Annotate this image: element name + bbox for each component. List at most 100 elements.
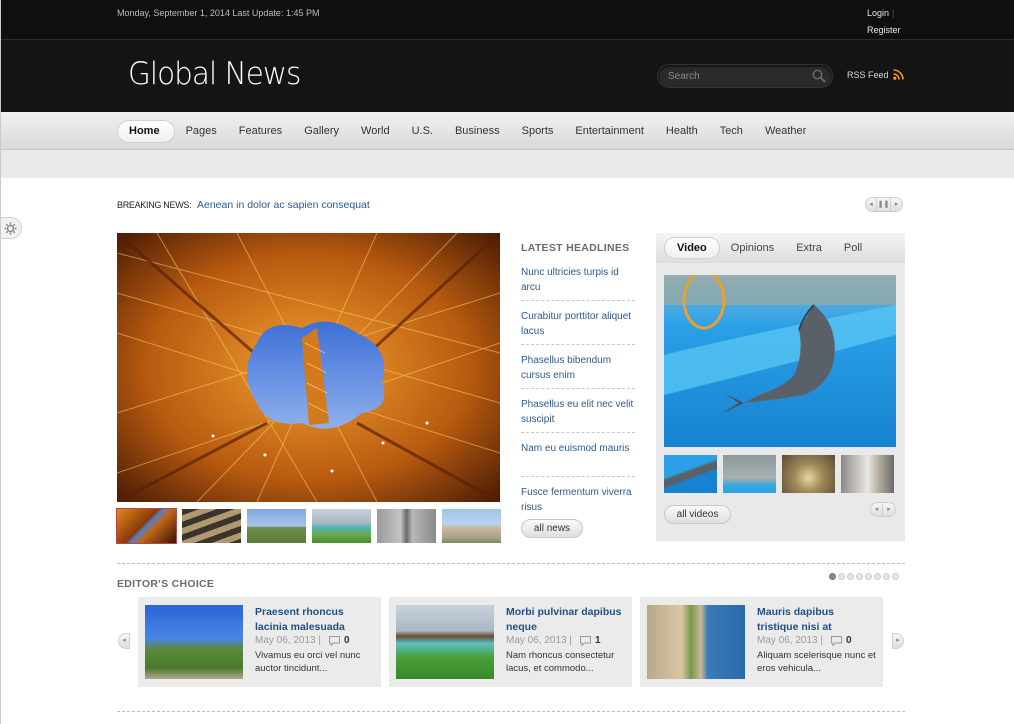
card-meta: May 06, 2013 | 0	[757, 635, 852, 646]
card-excerpt: Aliquam scelerisque nunc et eros vehicul…	[757, 650, 876, 674]
ticker-pause-button[interactable]: ❚❚	[877, 197, 891, 212]
nav-item-sports[interactable]: Sports	[511, 120, 565, 143]
page-dot[interactable]	[856, 573, 863, 580]
search-box	[657, 64, 833, 88]
editors-choice-next-button[interactable]: ▸	[892, 633, 904, 649]
card-title[interactable]: Morbi pulvinar dapibus neque	[506, 605, 624, 635]
card-excerpt: Nam rhoncus consectetur lacus, et commod…	[506, 650, 615, 674]
editors-choice-pagination	[829, 573, 901, 580]
gear-icon	[4, 222, 17, 235]
rss-feed-link[interactable]: RSS Feed	[847, 70, 889, 80]
nav-item-home[interactable]: Home	[117, 120, 175, 143]
slide-thumb-6[interactable]	[442, 509, 501, 543]
rss-icon[interactable]	[893, 69, 904, 80]
page-dot[interactable]	[829, 573, 836, 580]
dolphin-video-frame	[664, 275, 896, 447]
media-tabs: Video Opinions Extra Poll	[656, 233, 905, 263]
card-meta: May 06, 2013 | 1	[506, 635, 601, 646]
comment-icon	[580, 635, 591, 646]
slide-thumb-2[interactable]	[182, 509, 241, 543]
headline-item[interactable]: Phasellus eu elit nec velit suscipit	[521, 396, 635, 433]
nav-item-features[interactable]: Features	[228, 120, 293, 143]
latest-headlines-title: LATEST HEADLINES	[521, 242, 630, 254]
tab-opinions[interactable]: Opinions	[720, 237, 785, 259]
nav-item-gallery[interactable]: Gallery	[293, 120, 350, 143]
ticker-next-button[interactable]: ▸	[891, 197, 903, 212]
slide-thumbnails	[116, 508, 501, 544]
main-video[interactable]	[664, 275, 896, 447]
headline-item[interactable]: Fusce fermentum viverra risus	[521, 484, 635, 521]
editors-choice-prev-button[interactable]: ◂	[118, 633, 130, 649]
comment-count[interactable]: 1	[595, 635, 601, 646]
card-date: May 06, 2013	[506, 635, 567, 646]
card-date: May 06, 2013	[757, 635, 818, 646]
tab-extra[interactable]: Extra	[785, 237, 833, 259]
page-dot[interactable]	[847, 573, 854, 580]
video-thumb-1[interactable]	[664, 455, 717, 493]
slide-thumb-4[interactable]	[312, 509, 371, 543]
nav-item-tech[interactable]: Tech	[709, 120, 754, 143]
editors-choice-card: Mauris dapibus tristique nisi at May 06,…	[640, 597, 883, 687]
video-next-button[interactable]: ▸	[883, 502, 896, 517]
video-thumbnails	[664, 455, 900, 493]
site-header: Global News RSS Feed	[1, 40, 1014, 112]
video-thumb-4[interactable]	[841, 455, 894, 493]
editors-choice-card: Morbi pulvinar dapibus neque May 06, 201…	[389, 597, 632, 687]
login-link-wrap: Login |	[867, 8, 894, 18]
login-link[interactable]: Login	[867, 8, 889, 18]
top-bar: Monday, September 1, 2014 Last Update: 1…	[1, 0, 1014, 40]
breaking-news-headline[interactable]: Aenean in dolor ac sapien consequat	[197, 199, 370, 211]
page-dot[interactable]	[838, 573, 845, 580]
video-thumb-2[interactable]	[723, 455, 776, 493]
search-input[interactable]	[668, 69, 808, 83]
slide-thumb-5[interactable]	[377, 509, 436, 543]
all-news-button[interactable]: all news	[521, 519, 583, 538]
card-title[interactable]: Mauris dapibus tristique nisi at	[757, 605, 875, 635]
card-excerpt: Vivamus eu orci vel nunc auctor tincidun…	[255, 650, 361, 674]
page-dot[interactable]	[865, 573, 872, 580]
card-image[interactable]	[145, 605, 243, 679]
style-switcher-toggle[interactable]	[1, 217, 22, 239]
slide-thumb-3[interactable]	[247, 509, 306, 543]
card-image[interactable]	[396, 605, 494, 679]
nav-item-world[interactable]: World	[350, 120, 401, 143]
nav-item-business[interactable]: Business	[444, 120, 511, 143]
tab-video[interactable]: Video	[664, 237, 720, 259]
sub-nav-bar	[1, 150, 1014, 178]
login-separator: |	[892, 8, 895, 18]
section-divider	[117, 563, 905, 564]
nav-item-us[interactable]: U.S.	[401, 120, 444, 143]
editors-choice-title: EDITOR'S CHOICE	[117, 578, 215, 590]
comment-count[interactable]: 0	[344, 635, 350, 646]
nav-item-pages[interactable]: Pages	[175, 120, 228, 143]
nav-item-weather[interactable]: Weather	[754, 120, 817, 143]
headline-item[interactable]: Nam eu euismod mauris	[521, 440, 635, 477]
all-videos-button[interactable]: all videos	[664, 505, 731, 524]
card-date: May 06, 2013	[255, 635, 316, 646]
page-dot[interactable]	[883, 573, 890, 580]
date-text: Monday, September 1, 2014 Last Update: 1…	[117, 8, 320, 18]
nav-item-health[interactable]: Health	[655, 120, 709, 143]
tab-poll[interactable]: Poll	[833, 237, 873, 259]
search-icon[interactable]	[812, 69, 826, 83]
site-logo[interactable]: Global News	[128, 56, 301, 92]
comment-count[interactable]: 0	[846, 635, 852, 646]
register-link[interactable]: Register	[867, 25, 901, 35]
headline-item[interactable]: Phasellus bibendum cursus enim	[521, 352, 635, 389]
video-carousel-controls: ◂ ▸	[870, 502, 896, 517]
card-image[interactable]	[647, 605, 745, 679]
headline-item[interactable]: Nunc ultricies turpis id arcu	[521, 264, 635, 301]
card-title[interactable]: Praesent rhoncus lacinia malesuada	[255, 605, 373, 635]
page-dot[interactable]	[874, 573, 881, 580]
media-box: Video Opinions Extra Poll	[656, 233, 905, 541]
featured-slide-image[interactable]	[117, 233, 500, 502]
headline-item[interactable]: Curabitur porttitor aliquet lacus	[521, 308, 635, 345]
video-thumb-3[interactable]	[782, 455, 835, 493]
ticker-prev-button[interactable]: ◂	[865, 197, 877, 212]
eiffel-tower-image	[117, 233, 500, 502]
slide-thumb-1[interactable]	[116, 508, 177, 544]
video-prev-button[interactable]: ◂	[870, 502, 883, 517]
page-dot[interactable]	[892, 573, 899, 580]
nav-item-entertainment[interactable]: Entertainment	[564, 120, 654, 143]
card-meta: May 06, 2013 | 0	[255, 635, 350, 646]
